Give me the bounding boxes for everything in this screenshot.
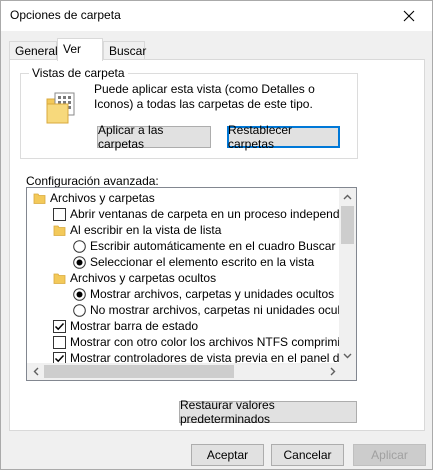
cancel-button[interactable]: Cancelar: [271, 444, 344, 466]
apply-to-folders-button[interactable]: Aplicar a las carpetas: [97, 123, 211, 151]
option-label: Escribir automáticamente en el cuadro Bu…: [90, 239, 336, 253]
radio-selected[interactable]: [73, 255, 86, 269]
radio-option[interactable]: Escribir automáticamente en el cuadro Bu…: [73, 238, 335, 254]
radio-option[interactable]: No mostrar archivos, carpetas ni unidade…: [73, 302, 341, 318]
radio-option[interactable]: Seleccionar el elemento escrito en la vi…: [73, 254, 314, 270]
tab-label: Ver: [63, 42, 82, 56]
tab-label: General: [15, 44, 58, 58]
checkbox-unchecked[interactable]: [53, 207, 66, 221]
scroll-left-arrow[interactable]: [27, 363, 44, 380]
advanced-settings-list: Archivos y carpetas Abrir ventanas de car…: [27, 188, 341, 364]
advanced-settings-tree: Archivos y carpetas Abrir ventanas de car…: [26, 187, 357, 381]
radio-unselected[interactable]: [73, 303, 86, 317]
vertical-scrollbar[interactable]: [339, 188, 356, 364]
tree-folder-node: Al escribir en la vista de lista: [53, 222, 221, 238]
option-label: Mostrar con otro color los archivos NTFS…: [70, 335, 341, 349]
checkbox-unchecked[interactable]: [53, 335, 66, 349]
ok-button[interactable]: Aceptar: [191, 444, 264, 466]
radio-unselected[interactable]: [73, 239, 86, 253]
apply-to-folders-label: Aplicar a las carpetas: [98, 123, 164, 151]
option-label: No mostrar archivos, carpetas ni unidade…: [90, 303, 341, 317]
title-bar: Opciones de carpeta: [1, 1, 432, 31]
scroll-down-arrow[interactable]: [339, 347, 356, 364]
option-label: Mostrar barra de estado: [70, 319, 199, 333]
checkbox-option[interactable]: Mostrar con otro color los archivos NTFS…: [53, 334, 341, 350]
chevron-up-icon: [343, 194, 352, 199]
chevron-down-icon: [343, 353, 352, 358]
tree-folder-node: Archivos y carpetas: [33, 190, 155, 206]
vertical-scroll-thumb[interactable]: [341, 206, 354, 244]
tab-general[interactable]: General: [9, 41, 58, 60]
folder-icon: [53, 272, 66, 285]
restore-defaults-label: Restaurar valores predeterminados: [180, 398, 275, 426]
horizontal-scrollbar[interactable]: [27, 363, 341, 380]
folder-views-description: Puede aplicar esta vista (como Detalles …: [94, 82, 315, 111]
radio-selected[interactable]: [73, 287, 86, 301]
radio-option[interactable]: Mostrar archivos, carpetas y unidades oc…: [73, 286, 334, 302]
horizontal-scroll-thumb[interactable]: [44, 365, 234, 378]
reset-folders-label: Restablecer carpetas: [228, 123, 293, 151]
option-label: Archivos y carpetas: [50, 191, 155, 205]
chevron-right-icon: [330, 367, 335, 376]
tree-folder-node: Archivos y carpetas ocultos: [53, 270, 216, 286]
checkbox-checked[interactable]: [53, 319, 66, 333]
reset-folders-button[interactable]: Restablecer carpetas: [227, 123, 340, 151]
option-label: Al escribir en la vista de lista: [70, 223, 222, 237]
scroll-corner: [339, 363, 356, 380]
folder-views-label: Vistas de carpeta: [29, 66, 128, 80]
chevron-left-icon: [33, 367, 38, 376]
close-button[interactable]: [386, 1, 432, 31]
option-label: Abrir ventanas de carpeta en un proceso …: [70, 207, 341, 221]
folder-options-window: Opciones de carpeta General Ver Buscar V…: [0, 0, 433, 470]
folder-icon: [33, 192, 46, 205]
ok-label: Aceptar: [206, 448, 249, 462]
folder-view-icon: [46, 92, 75, 124]
close-icon: [403, 10, 415, 22]
tab-search[interactable]: Buscar: [103, 41, 147, 60]
tab-view[interactable]: Ver: [57, 38, 103, 61]
checkbox-option[interactable]: Mostrar barra de estado: [53, 318, 198, 334]
cancel-label: Cancelar: [283, 448, 332, 462]
option-label: Archivos y carpetas ocultos: [70, 271, 217, 285]
apply-label: Aplicar: [371, 448, 408, 462]
apply-button[interactable]: Aplicar: [353, 444, 426, 466]
option-label: Seleccionar el elemento escrito en la vi…: [90, 255, 315, 269]
restore-defaults-button[interactable]: Restaurar valores predeterminados: [179, 398, 357, 426]
window-title: Opciones de carpeta: [10, 8, 121, 22]
advanced-settings-label: Configuración avanzada:: [26, 174, 159, 188]
tab-label: Buscar: [109, 44, 147, 58]
checkbox-option[interactable]: Abrir ventanas de carpeta en un proceso …: [53, 206, 341, 222]
checkbox-option[interactable]: Mostrar controladores de vista previa en…: [53, 350, 341, 364]
scroll-up-arrow[interactable]: [339, 188, 356, 205]
folder-icon: [53, 224, 66, 237]
option-label: Mostrar archivos, carpetas y unidades oc…: [90, 287, 335, 301]
